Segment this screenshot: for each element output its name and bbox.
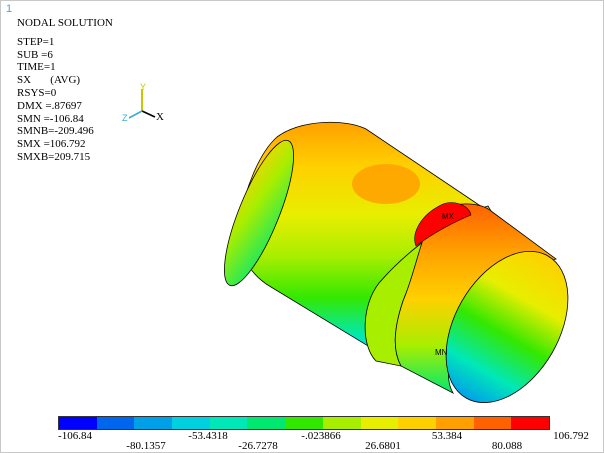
legend-label-bottom-3: 80.088 <box>491 440 523 452</box>
fea-model-contour <box>223 121 569 404</box>
legend-swatch-7 <box>322 417 361 429</box>
legend-label-top-1: -53.4318 <box>188 430 228 442</box>
legend-label-top-4: 106.792 <box>553 430 589 442</box>
legend-swatch-1 <box>96 417 135 429</box>
legend-swatch-12 <box>511 417 549 429</box>
contour-legend-bar <box>58 416 550 430</box>
min-marker: MN <box>435 348 448 357</box>
legend-label-top-0: -106.84 <box>58 430 92 442</box>
legend-label-bottom-0: -80.1357 <box>126 440 166 452</box>
legend-swatch-4 <box>209 417 248 429</box>
legend-swatch-9 <box>398 417 436 429</box>
legend-swatch-8 <box>360 417 399 429</box>
legend-swatch-0 <box>59 417 97 429</box>
legend-label-top-2: -.023866 <box>301 430 341 442</box>
legend-label-top-3: 53.384 <box>431 430 463 442</box>
legend-label-bottom-2: 26.6801 <box>365 440 401 452</box>
top-hot-zone <box>352 164 420 204</box>
legend-swatch-10 <box>435 417 474 429</box>
graphics-window[interactable]: 1 NODAL SOLUTION STEP=1 SUB =6 TIME=1 SX… <box>0 0 604 453</box>
legend-label-bottom-1: -26.7278 <box>238 440 278 452</box>
legend-swatch-11 <box>473 417 512 429</box>
legend-swatch-6 <box>285 417 323 429</box>
legend-swatch-5 <box>247 417 286 429</box>
max-marker: MX <box>442 212 454 221</box>
legend-swatch-2 <box>134 417 173 429</box>
legend-swatch-3 <box>172 417 210 429</box>
